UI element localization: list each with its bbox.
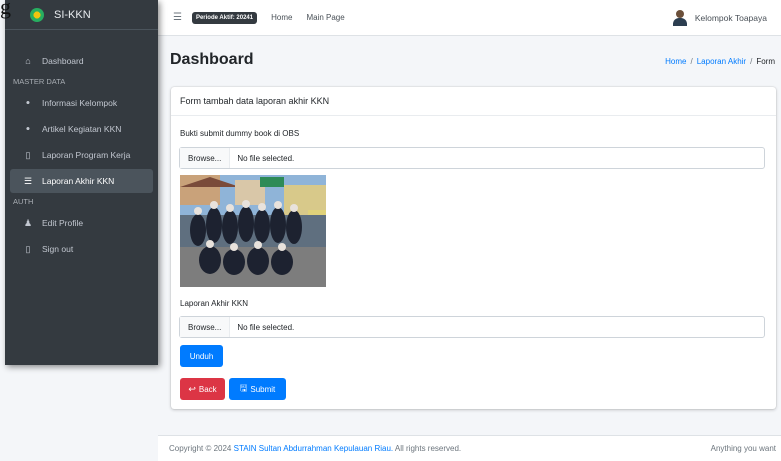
- brand-title: SI-KKN: [54, 8, 91, 21]
- return-arrow-icon: ↩: [188, 383, 196, 394]
- file-status: No file selected.: [237, 322, 295, 332]
- users-icon: ꔷ: [25, 123, 31, 134]
- page-title: Dashboard: [170, 51, 254, 68]
- file-input-laporan-akhir[interactable]: Browse... No file selected.: [179, 316, 765, 338]
- sidebar-item-label: Artikel Kegiatan KKN: [42, 124, 122, 134]
- group-photo-image: [180, 175, 326, 287]
- nav-link-main-page[interactable]: Main Page: [306, 13, 344, 22]
- sidebar-item-laporan-akhir[interactable]: ☰ Laporan Akhir KKN: [10, 169, 153, 193]
- brand-link[interactable]: SI-KKN: [5, 0, 158, 30]
- sidebar-item-label: Informasi Kelompok: [42, 98, 118, 108]
- list-icon: ☰: [23, 175, 33, 186]
- back-label: Back: [198, 384, 217, 394]
- sidebar-item-label: Edit Profile: [42, 218, 84, 228]
- breadcrumb-current: Form: [756, 57, 775, 66]
- breadcrumb-home[interactable]: Home: [665, 57, 686, 66]
- top-navbar: ☰ Periode Aktif: 20241 Home Main Page Ke…: [158, 0, 781, 36]
- sidebar-item-artikel-kegiatan[interactable]: ꔷ Artikel Kegiatan KKN: [10, 117, 153, 141]
- corner-glyph: g: [0, 0, 11, 19]
- field-label-laporan-akhir: Laporan Akhir KKN: [180, 299, 249, 308]
- sidebar-section-master-data: MASTER DATA: [13, 77, 66, 86]
- users-icon: ꔷ: [25, 97, 31, 108]
- footer: Copyright © 2024 STAIN Sultan Abdurrahma…: [158, 435, 781, 461]
- sidebar-section-auth: AUTH: [13, 197, 34, 206]
- period-badge: Periode Aktif: 20241: [191, 11, 258, 24]
- save-icon: 🖫: [239, 383, 248, 393]
- form-card: Form tambah data laporan akhir KKN Bukti…: [171, 87, 776, 409]
- submit-label: Submit: [250, 384, 276, 394]
- field-label-bukti-submit: Bukti submit dummy book di OBS: [180, 129, 300, 138]
- sign-out-icon: ▯: [25, 243, 31, 254]
- unduh-label: Unduh: [189, 351, 214, 361]
- file-input-bukti-submit[interactable]: Browse... No file selected.: [179, 147, 765, 169]
- sidebar-item-edit-profile[interactable]: ♟ Edit Profile: [10, 211, 153, 235]
- sidebar: SI-KKN ⌂ Dashboard MASTER DATA ꔷ Informa…: [5, 0, 158, 365]
- footer-prefix: Copyright © 2024: [169, 444, 232, 453]
- uploaded-photo-preview: [180, 175, 326, 287]
- breadcrumb-separator: /: [750, 57, 753, 66]
- brand-logo-icon: [30, 7, 44, 22]
- sidebar-nav: ⌂ Dashboard MASTER DATA ꔷ Informasi Kelo…: [5, 30, 158, 261]
- unduh-button[interactable]: Unduh: [180, 345, 223, 367]
- sidebar-item-dashboard[interactable]: ⌂ Dashboard: [10, 49, 153, 73]
- file-status: No file selected.: [237, 153, 295, 163]
- user-name: Kelompok Toapaya: [694, 13, 767, 23]
- sidebar-item-informasi-kelompok[interactable]: ꔷ Informasi Kelompok: [10, 91, 153, 115]
- breadcrumb: Home / Laporan Akhir / Form: [665, 57, 775, 66]
- app-page: g SI-KKN ⌂ Dashboard MASTER DATA ꔷ Infor…: [0, 0, 781, 461]
- sidebar-item-laporan-program[interactable]: ▯ Laporan Program Kerja: [10, 143, 153, 167]
- sidebar-item-label: Laporan Program Kerja: [42, 150, 131, 160]
- browse-button[interactable]: Browse...: [180, 148, 231, 168]
- footer-suffix: All rights reserved.: [394, 444, 462, 453]
- submit-button[interactable]: 🖫 Submit: [229, 378, 286, 400]
- footer-institution-link[interactable]: STAIN Sultan Abdurrahman Kepulauan Riau.: [234, 444, 394, 453]
- avatar: [672, 10, 687, 26]
- breadcrumb-laporan-akhir[interactable]: Laporan Akhir: [697, 57, 746, 66]
- browse-button[interactable]: Browse...: [180, 317, 231, 337]
- back-button[interactable]: ↩ Back: [180, 378, 225, 400]
- footer-copyright: Copyright © 2024 STAIN Sultan Abdurrahma…: [169, 444, 461, 453]
- sidebar-item-label: Sign out: [42, 244, 74, 254]
- document-icon: ▯: [25, 149, 31, 160]
- breadcrumb-separator: /: [690, 57, 693, 66]
- menu-toggle-icon[interactable]: ☰: [173, 12, 182, 23]
- sidebar-item-sign-out[interactable]: ▯ Sign out: [10, 237, 153, 261]
- nav-link-home[interactable]: Home: [271, 13, 292, 22]
- footer-tagline: Anything you want: [710, 444, 776, 453]
- sidebar-item-label: Laporan Akhir KKN: [42, 176, 115, 186]
- sidebar-item-label: Dashboard: [42, 56, 84, 66]
- home-icon: ⌂: [25, 56, 31, 66]
- user-menu[interactable]: Kelompok Toapaya: [672, 0, 767, 36]
- user-edit-icon: ♟: [23, 217, 33, 228]
- card-title: Form tambah data laporan akhir KKN: [171, 87, 776, 116]
